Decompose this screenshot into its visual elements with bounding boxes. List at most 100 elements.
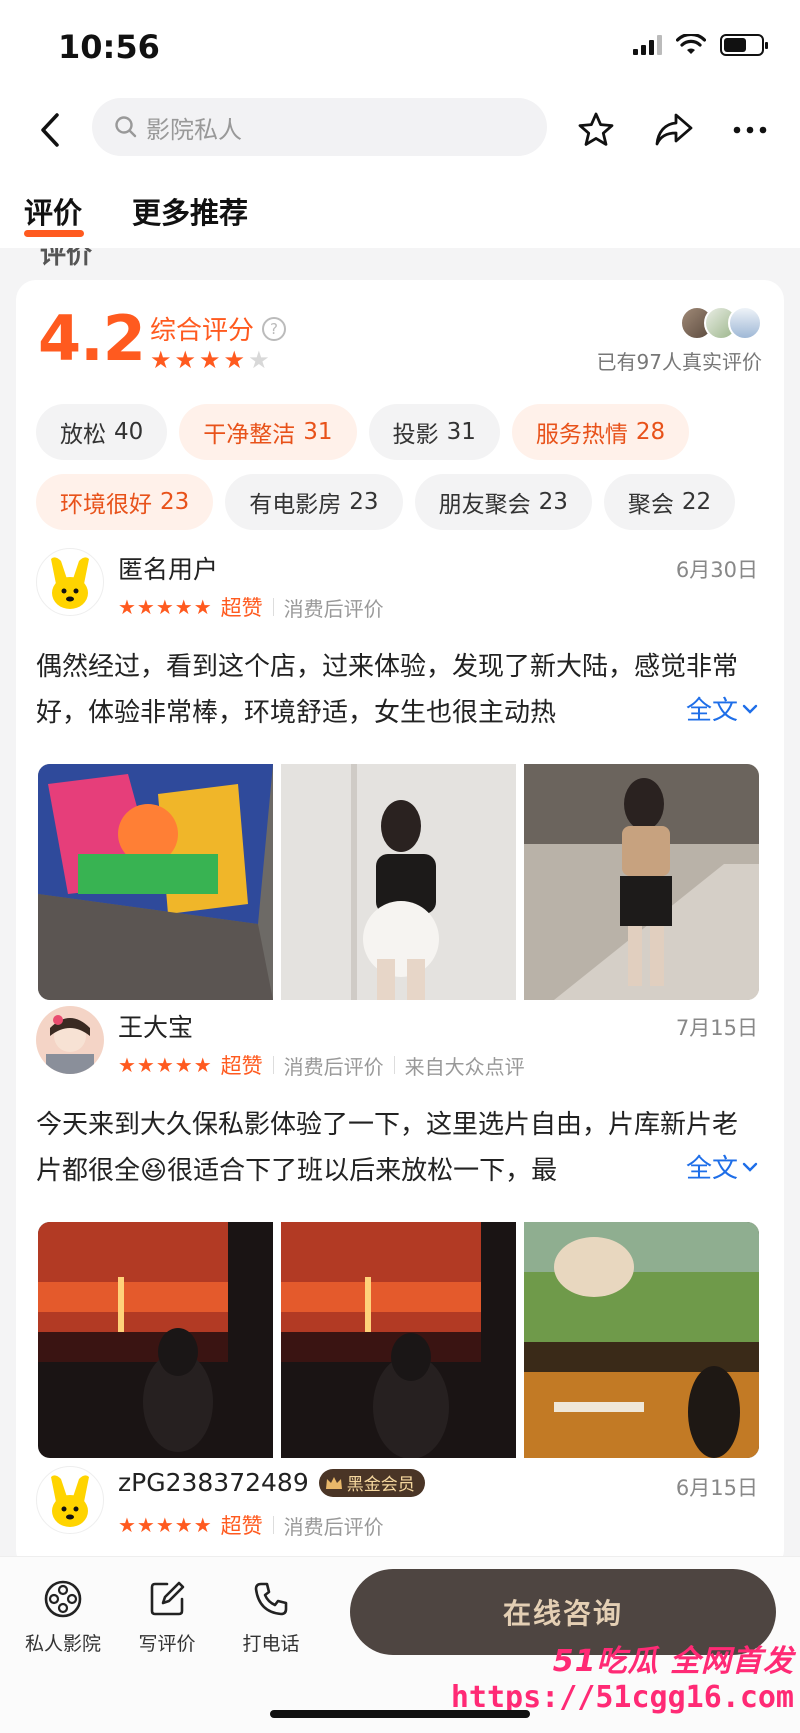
home-indicator[interactable] bbox=[270, 1710, 530, 1718]
edit-icon bbox=[150, 1581, 185, 1616]
favorite-button[interactable] bbox=[574, 108, 618, 152]
nav-bar: 影院私人 bbox=[0, 90, 800, 170]
more-dots-icon bbox=[733, 126, 767, 134]
star-icon: ★ bbox=[223, 346, 246, 374]
tab-more-recommendations[interactable]: 更多推荐 bbox=[132, 190, 248, 232]
search-placeholder: 影院私人 bbox=[146, 115, 242, 144]
avatar[interactable] bbox=[36, 1466, 104, 1534]
tag-chip[interactable]: 聚会 22 bbox=[603, 474, 736, 530]
status-bar: 10:56 bbox=[0, 0, 800, 90]
review-text: 偶然经过，看到这个店，过来体验，发现了新大陆，感觉非常好，体验非常棒，环境舒适，… bbox=[36, 652, 739, 728]
review-date: 6月30日 bbox=[675, 558, 758, 582]
review-meta: ★★★★★ 超赞 消费后评价 bbox=[118, 592, 384, 622]
review-meta: ★★★★★ 超赞 消费后评价 来自大众点评 bbox=[118, 1050, 525, 1080]
wifi-icon bbox=[676, 34, 706, 54]
review-photo[interactable] bbox=[524, 764, 759, 1000]
rating-badge: 超赞 bbox=[220, 1054, 263, 1078]
overall-score: 4.2 bbox=[38, 302, 146, 375]
review-photos bbox=[38, 1222, 759, 1458]
review-photo[interactable] bbox=[38, 1222, 273, 1458]
rating-stars: ★★★★★ bbox=[118, 1513, 213, 1537]
chevron-down-icon bbox=[742, 704, 758, 714]
review-meta: ★★★★★ 超赞 消费后评价 bbox=[118, 1510, 384, 1540]
review-source: 来自大众点评 bbox=[404, 1054, 525, 1079]
score-stars: ★ ★ ★ ★ ★ bbox=[150, 346, 270, 374]
phone-icon bbox=[254, 1582, 288, 1616]
status-icons bbox=[633, 34, 768, 56]
review-date: 6月15日 bbox=[675, 1476, 758, 1500]
tab-reviews[interactable]: 评价 bbox=[24, 190, 82, 232]
vip-badge: 黑金会员 bbox=[318, 1468, 425, 1497]
tag-chip[interactable]: 干净整洁 31 bbox=[179, 404, 357, 460]
review-text: 今天来到大久保私影体验了一下，这里选片自由，片库新片老片都很全😆很适合下了班以后… bbox=[36, 1110, 739, 1186]
star-empty-icon: ★ bbox=[248, 346, 270, 374]
divider bbox=[272, 1516, 274, 1534]
help-icon[interactable]: ? bbox=[262, 316, 287, 341]
tag-chip[interactable]: 环境很好 23 bbox=[36, 474, 214, 530]
share-button[interactable] bbox=[652, 108, 696, 152]
signal-icon bbox=[633, 35, 662, 55]
more-button[interactable] bbox=[728, 108, 772, 152]
write-review-button[interactable]: 写评价 bbox=[122, 1579, 212, 1656]
review-username[interactable]: zPG238372489 黑金会员 bbox=[118, 1468, 425, 1497]
review-type: 消费后评价 bbox=[283, 1514, 384, 1539]
tab-bar: 评价 更多推荐 bbox=[0, 170, 800, 248]
review-tags: 放松 40 干净整洁 31 投影 31 服务热情 28 环境很好 23 有电影房 23 朋友… bbox=[36, 404, 766, 530]
battery-icon bbox=[720, 34, 768, 56]
rating-stars: ★★★★★ bbox=[118, 1053, 213, 1077]
star-icon bbox=[578, 112, 614, 146]
star-icon: ★ bbox=[174, 346, 197, 374]
watermark-line-1: 51吃瓜 全网首发 bbox=[552, 1644, 794, 1679]
back-arrow-icon bbox=[41, 113, 59, 147]
real-review-count: 已有97人真实评价 bbox=[596, 350, 762, 374]
review-type: 消费后评价 bbox=[283, 1054, 384, 1079]
user-photo-avatar bbox=[36, 1006, 104, 1074]
avatar[interactable] bbox=[36, 548, 104, 616]
star-icon: ★ bbox=[199, 346, 221, 374]
score-label: 综合评分 bbox=[150, 316, 255, 346]
tag-chip[interactable]: 投影 31 bbox=[368, 404, 500, 460]
scrolled-header-remnant: 评价 bbox=[0, 248, 800, 270]
tag-chip[interactable]: 朋友聚会 23 bbox=[414, 474, 592, 530]
tag-chip[interactable]: 服务热情 28 bbox=[511, 404, 690, 460]
status-time: 10:56 bbox=[58, 28, 160, 66]
review-card: 4.2 综合评分 ? ★ ★ ★ ★ ★ 已有97人真实评价 放松 40 干净整洁… bbox=[16, 280, 784, 1570]
back-button[interactable] bbox=[30, 106, 70, 154]
chevron-down-icon bbox=[742, 1162, 758, 1172]
review-username[interactable]: 王大宝 bbox=[118, 1008, 193, 1044]
reviewer-avatars bbox=[680, 306, 762, 340]
expand-full-text[interactable]: 全文 bbox=[655, 1148, 758, 1185]
peek-title: 评价 bbox=[40, 248, 93, 270]
mascot-icon bbox=[51, 1475, 89, 1527]
rating-badge: 超赞 bbox=[220, 596, 263, 620]
review-photos bbox=[38, 764, 759, 1000]
mascot-icon bbox=[51, 557, 89, 609]
film-reel-icon bbox=[44, 1580, 82, 1618]
tab-active-indicator bbox=[24, 230, 84, 237]
private-cinema-button[interactable]: 私人影院 bbox=[18, 1579, 108, 1656]
divider bbox=[393, 1056, 395, 1074]
crown-icon bbox=[325, 1476, 342, 1489]
review-photo[interactable] bbox=[524, 1222, 759, 1458]
review-username[interactable]: 匿名用户 bbox=[118, 550, 218, 586]
avatar[interactable] bbox=[36, 1006, 104, 1074]
tag-chip[interactable]: 有电影房 23 bbox=[225, 474, 403, 530]
review-photo[interactable] bbox=[281, 764, 516, 1000]
call-button[interactable]: 打电话 bbox=[226, 1579, 316, 1656]
search-input[interactable]: 影院私人 bbox=[92, 98, 547, 156]
avatar bbox=[728, 306, 762, 340]
expand-full-text[interactable]: 全文 bbox=[655, 690, 758, 727]
rating-badge: 超赞 bbox=[220, 1514, 263, 1538]
share-icon bbox=[655, 113, 693, 146]
score-label-row: 综合评分 ? bbox=[150, 310, 287, 347]
divider bbox=[272, 1056, 274, 1074]
review-photo[interactable] bbox=[281, 1222, 516, 1458]
star-icon: ★ bbox=[150, 346, 172, 374]
review-type: 消费后评价 bbox=[283, 596, 384, 621]
search-icon bbox=[115, 116, 137, 138]
tag-chip[interactable]: 放松 40 bbox=[36, 404, 168, 460]
review-photo[interactable] bbox=[38, 764, 273, 1000]
review-date: 7月15日 bbox=[675, 1016, 758, 1040]
rating-stars: ★★★★★ bbox=[118, 595, 213, 619]
divider bbox=[272, 598, 274, 616]
